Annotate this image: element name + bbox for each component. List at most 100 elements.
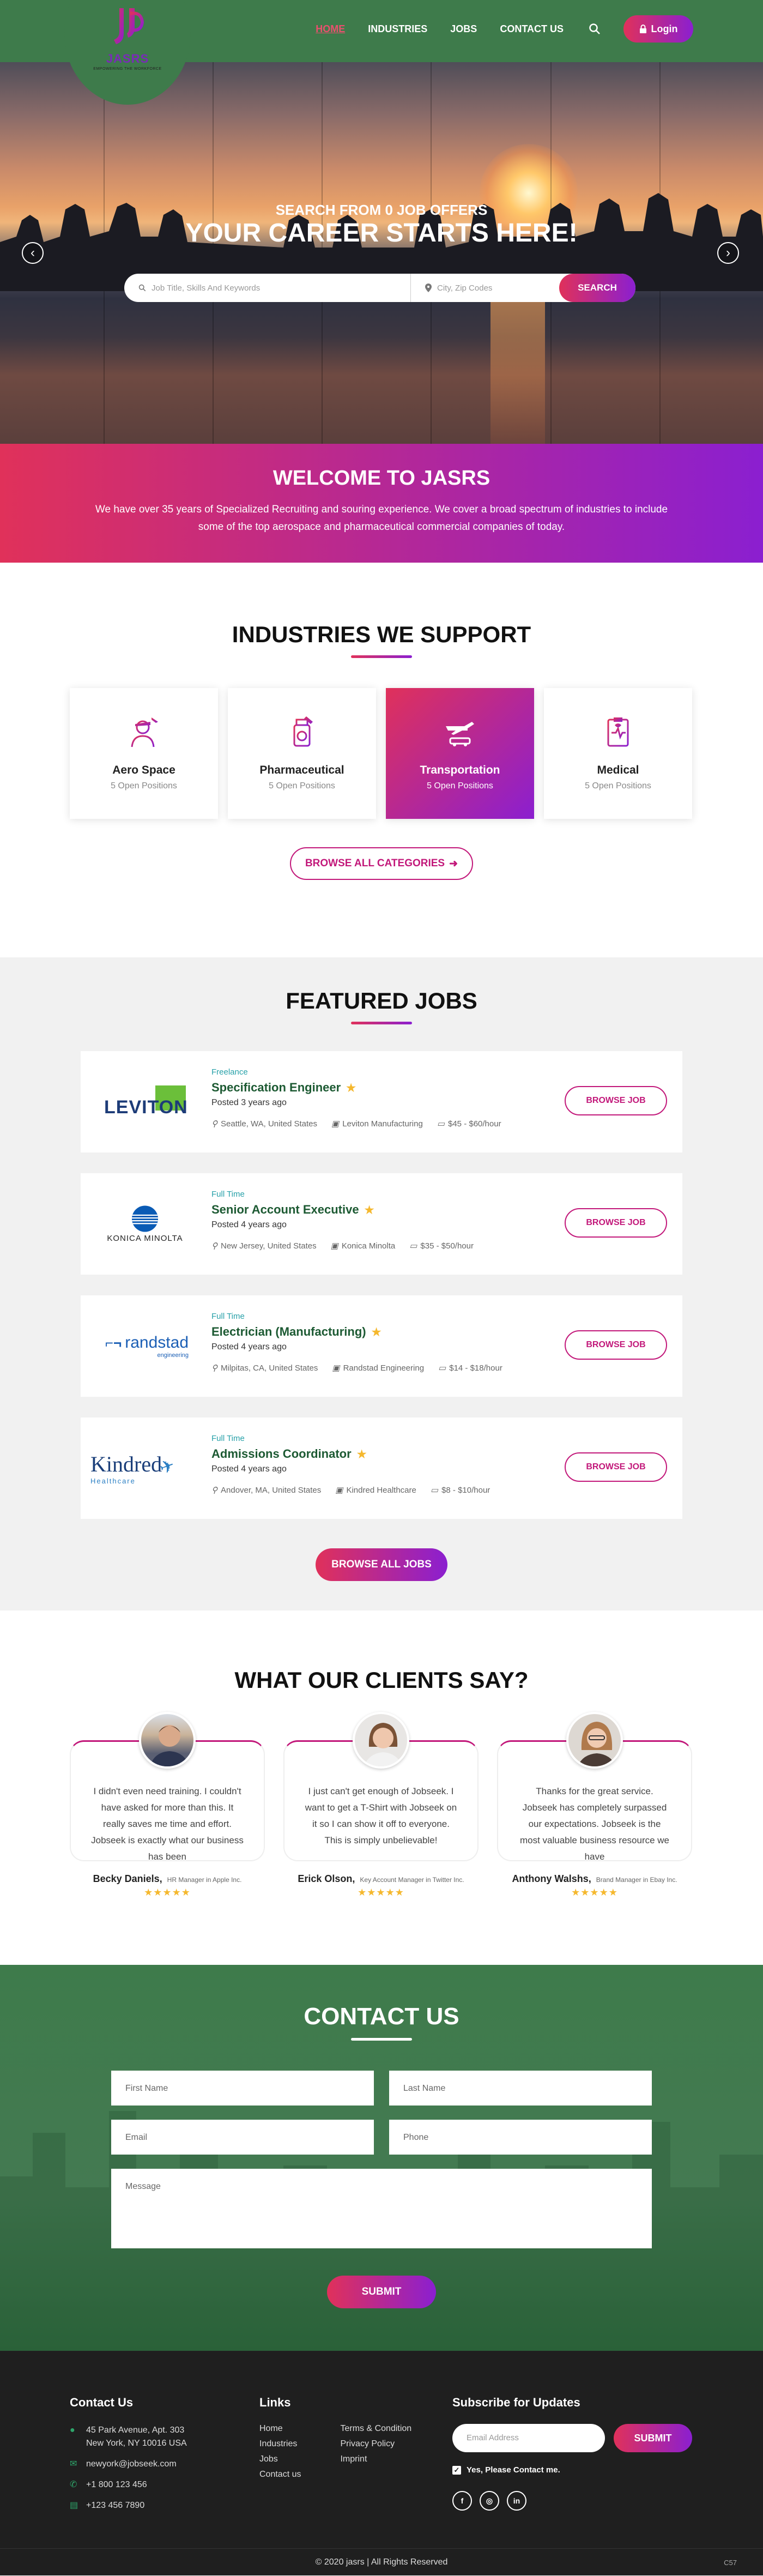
logo-text: randstad — [125, 1334, 189, 1352]
nav-contact[interactable]: CONTACT US — [500, 23, 564, 35]
rating-stars: ★★★★★ — [144, 1887, 191, 1898]
job-card: KONICA MINOLTA Full Time Senior Account … — [81, 1173, 682, 1275]
welcome-text: We have over 35 years of Specialized Rec… — [95, 504, 668, 533]
job-type: Freelance — [211, 1067, 248, 1077]
login-button[interactable]: Login — [623, 15, 693, 43]
browse-job-button[interactable]: BROWSE JOB — [565, 1330, 667, 1360]
search-icon[interactable] — [589, 23, 601, 35]
email-field[interactable]: Email — [111, 2120, 374, 2155]
footer-link-imprint[interactable]: Imprint — [340, 2454, 411, 2464]
star-icon: ★ — [356, 1448, 367, 1461]
consent-checkbox[interactable]: ✓ Yes, Please Contact me. — [452, 2465, 692, 2475]
industry-card-pharmaceutical[interactable]: Pharmaceutical 5 Open Positions — [228, 688, 376, 819]
testimonials-title: WHAT OUR CLIENTS SAY? — [234, 1667, 529, 1693]
industry-card-medical[interactable]: Medical 5 Open Positions — [544, 688, 692, 819]
fax-icon: ▤ — [70, 2501, 78, 2510]
browse-all-jobs-button[interactable]: BROWSE ALL JOBS — [316, 1548, 447, 1581]
money-icon: ▭ — [409, 1241, 417, 1251]
contact-submit-button[interactable]: SUBMIT — [327, 2276, 436, 2308]
footer-address-text: 45 Park Avenue, Apt. 303 New York, NY 10… — [86, 2426, 187, 2448]
footer-email-text: newyork@jobseek.com — [86, 2459, 177, 2469]
hero-banner: SEARCH FROM 0 JOB OFFERS YOUR CAREER STA… — [0, 62, 763, 444]
keyword-input[interactable]: Job Title, Skills And Keywords — [124, 274, 411, 302]
facebook-icon[interactable]: f — [452, 2491, 472, 2511]
nav-home[interactable]: HOME — [316, 23, 345, 35]
browse-job-button[interactable]: BROWSE JOB — [565, 1208, 667, 1238]
company-logo: Kindred ✈ Healthcare — [90, 1449, 199, 1487]
featured-title-text: FEATURED JOBS — [286, 988, 477, 1013]
avatar — [566, 1712, 623, 1769]
industries-title: INDUSTRIES WE SUPPORT — [0, 622, 763, 658]
company-logo: LEVITON — [90, 1083, 199, 1121]
industry-positions: 5 Open Positions — [427, 781, 493, 791]
industry-name: Aero Space — [112, 764, 175, 776]
instagram-icon[interactable]: ◎ — [480, 2491, 499, 2511]
testimonial-author: Anthony Walshs, Brand Manager in Ebay In… — [497, 1873, 692, 1885]
browse-categories-button[interactable]: BROWSE ALL CATEGORIES ➜ — [290, 847, 473, 880]
carousel-prev-icon[interactable]: ‹ — [22, 242, 44, 264]
logo-text: LEVITON — [104, 1097, 188, 1118]
subscribe-row: Email Address SUBMIT — [452, 2424, 692, 2452]
footer-link-industries[interactable]: Industries — [259, 2439, 301, 2449]
title-underline — [351, 2038, 412, 2041]
rating-stars: ★★★★★ — [571, 1887, 618, 1898]
linkedin-icon[interactable]: in — [507, 2491, 526, 2511]
search-icon — [138, 284, 146, 292]
site-footer: Contact Us ● 45 Park Avenue, Apt. 303 New… — [0, 2351, 763, 2575]
job-location: ⚲ Andover, MA, United States — [211, 1485, 321, 1495]
first-name-field[interactable]: First Name — [111, 2071, 374, 2106]
message-field[interactable]: Message — [111, 2169, 652, 2248]
search-button[interactable]: SEARCH — [559, 274, 635, 302]
footer-email[interactable]: ✉ newyork@jobseek.com — [70, 2458, 187, 2471]
check-icon: ✓ — [452, 2465, 461, 2475]
nav-industries[interactable]: INDUSTRIES — [368, 23, 427, 35]
phone-field[interactable]: Phone — [389, 2120, 652, 2155]
browse-job-button[interactable]: BROWSE JOB — [565, 1452, 667, 1482]
job-company: ▣ Kindred Healthcare — [335, 1485, 416, 1495]
industry-name: Pharmaceutical — [259, 764, 344, 776]
randstad-logo: ⌐¬ randstad — [105, 1334, 189, 1352]
footer-link-contact[interactable]: Contact us — [259, 2470, 301, 2480]
logo-subtext: Healthcare — [90, 1477, 136, 1485]
job-title[interactable]: Electrician (Manufacturing) ★ — [211, 1325, 382, 1339]
footer-link-jobs[interactable]: Jobs — [259, 2454, 301, 2464]
logo-subtext: engineering — [157, 1352, 189, 1359]
footer-phone[interactable]: ✆ +1 800 123 456 — [70, 2478, 187, 2491]
map-pin-icon: ● — [70, 2426, 75, 2435]
phone-icon: ✆ — [70, 2480, 77, 2489]
subscribe-email-input[interactable]: Email Address — [452, 2424, 605, 2452]
industry-positions: 5 Open Positions — [269, 781, 335, 791]
star-icon: ★ — [364, 1204, 374, 1216]
footer-phone-text: +1 800 123 456 — [86, 2480, 147, 2489]
lock-icon — [639, 25, 646, 33]
medical-clipboard-icon — [607, 717, 629, 747]
location-input[interactable]: City, Zip Codes — [411, 274, 559, 302]
browse-job-button[interactable]: BROWSE JOB — [565, 1086, 667, 1115]
footer-link-home[interactable]: Home — [259, 2424, 301, 2434]
job-title-text: Specification Engineer — [211, 1081, 341, 1094]
job-posted: Posted 3 years ago — [211, 1098, 287, 1107]
industry-name: Transportation — [420, 764, 500, 776]
job-title[interactable]: Senior Account Executive ★ — [211, 1203, 374, 1217]
industry-card-aerospace[interactable]: Aero Space 5 Open Positions — [70, 688, 218, 819]
company-logo: ⌐¬ randstad engineering — [90, 1327, 189, 1365]
job-title[interactable]: Specification Engineer ★ — [211, 1081, 356, 1095]
main-nav: HOME INDUSTRIES JOBS CONTACT US Login — [293, 15, 693, 43]
job-title-text: Senior Account Executive — [211, 1203, 359, 1216]
industry-card-transportation[interactable]: Transportation 5 Open Positions — [386, 688, 534, 819]
carousel-next-icon[interactable]: › — [717, 242, 739, 264]
job-salary-text: $35 - $50/hour — [420, 1241, 474, 1251]
avatar — [353, 1712, 409, 1769]
footer-link-terms[interactable]: Terms & Condition — [340, 2424, 411, 2434]
building-icon: ▣ — [335, 1486, 343, 1495]
nav-jobs[interactable]: JOBS — [450, 23, 477, 35]
last-name-field[interactable]: Last Name — [389, 2071, 652, 2106]
job-company-text: Konica Minolta — [341, 1241, 396, 1251]
logo-mark-icon — [114, 8, 144, 44]
footer-link-privacy[interactable]: Privacy Policy — [340, 2439, 411, 2449]
job-title[interactable]: Admissions Coordinator ★ — [211, 1447, 367, 1461]
job-salary-text: $8 - $10/hour — [441, 1485, 491, 1495]
konica-globe-icon — [131, 1205, 159, 1232]
subscribe-button[interactable]: SUBMIT — [614, 2424, 692, 2452]
footer-fax-text: +123 456 7890 — [86, 2501, 145, 2510]
